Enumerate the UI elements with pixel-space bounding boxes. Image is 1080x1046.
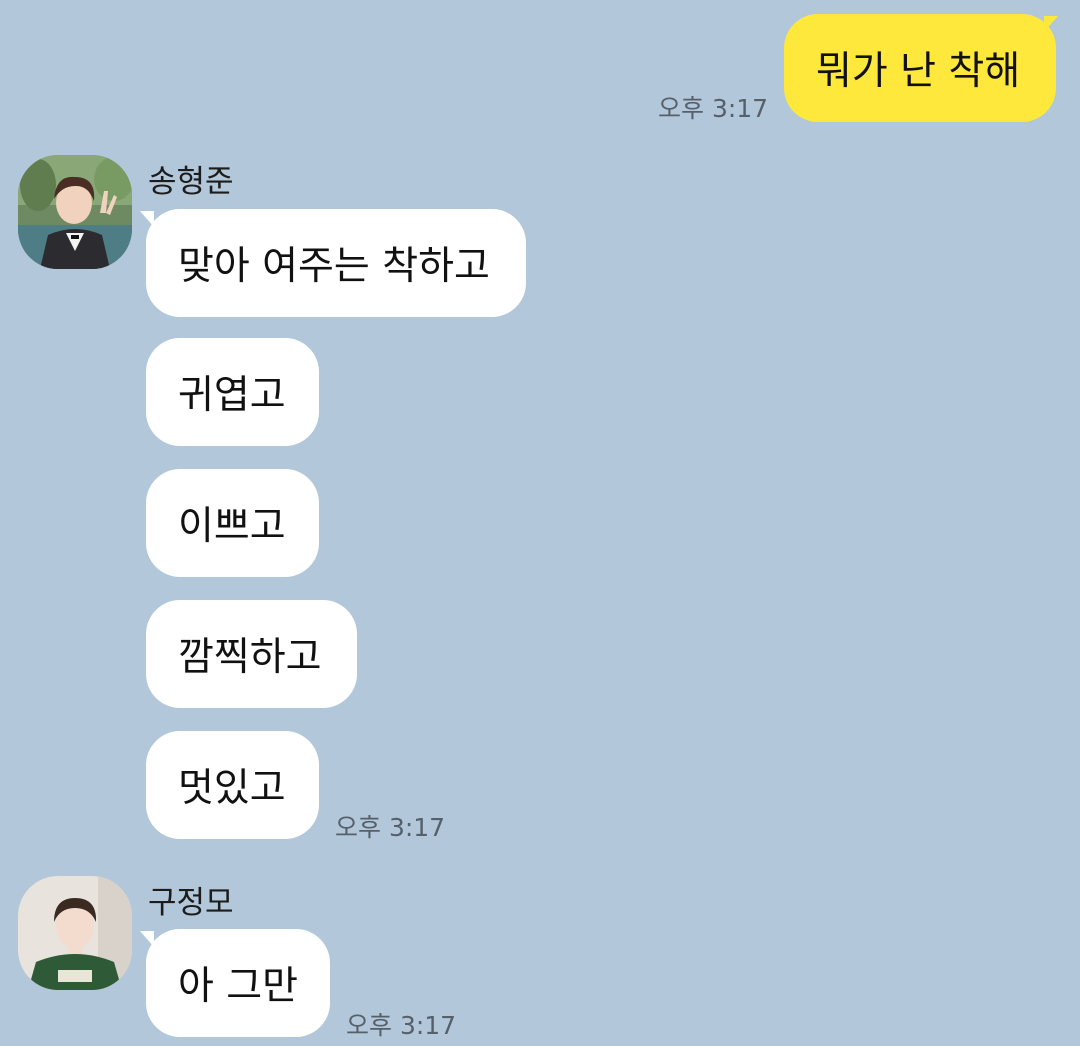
their-message-bubble[interactable]: 깜찍하고 bbox=[146, 600, 357, 708]
message-timestamp: 오후 3:17 bbox=[658, 94, 769, 123]
message-timestamp: 오후 3:17 bbox=[346, 1011, 457, 1040]
profile-avatar[interactable] bbox=[18, 876, 132, 990]
their-message-bubble[interactable]: 이쁘고 bbox=[146, 469, 319, 577]
sender-name: 구정모 bbox=[148, 885, 234, 921]
their-message-bubble[interactable]: 멋있고 bbox=[146, 731, 319, 839]
my-message-bubble[interactable]: 뭐가 난 착해 bbox=[784, 14, 1056, 122]
sender-name: 송형준 bbox=[148, 164, 234, 200]
their-message-bubble[interactable]: 아 그만 bbox=[146, 929, 330, 1037]
their-message-bubble[interactable]: 맞아 여주는 착하고 bbox=[146, 209, 526, 317]
profile-avatar[interactable] bbox=[18, 155, 132, 269]
message-timestamp: 오후 3:17 bbox=[335, 813, 446, 842]
profile-photo-icon bbox=[18, 876, 132, 990]
their-message-bubble[interactable]: 귀엽고 bbox=[146, 338, 319, 446]
profile-photo-icon bbox=[18, 155, 132, 269]
